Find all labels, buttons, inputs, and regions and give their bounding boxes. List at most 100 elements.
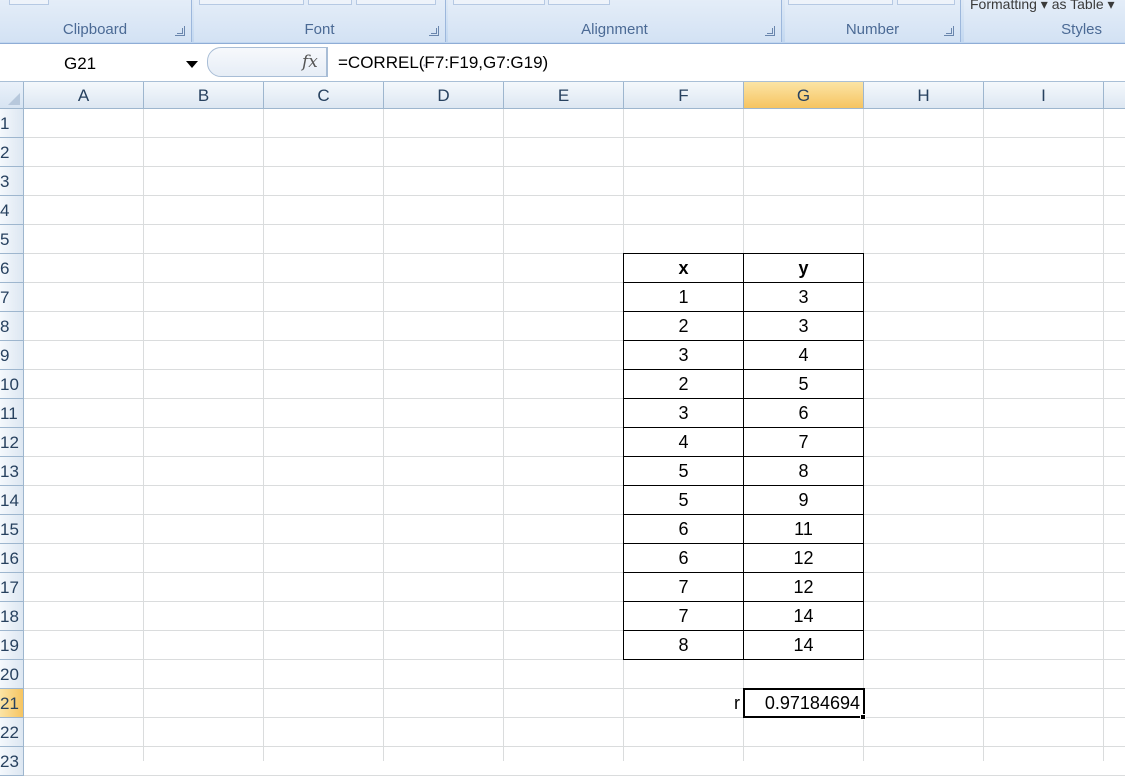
- row-header-8[interactable]: 8: [0, 312, 24, 341]
- table-cell-x[interactable]: 7: [623, 601, 744, 631]
- column-header-c[interactable]: C: [264, 82, 384, 109]
- column-header-i[interactable]: I: [984, 82, 1104, 109]
- column-header-partial[interactable]: [1104, 82, 1125, 109]
- table-cell-x[interactable]: 5: [623, 456, 744, 486]
- row-header-5[interactable]: 5: [0, 225, 24, 254]
- row-header-17[interactable]: 17: [0, 573, 24, 602]
- row-header-18[interactable]: 18: [0, 602, 24, 631]
- indent-buttons-stub[interactable]: [548, 0, 610, 5]
- table-cell-x[interactable]: 5: [623, 485, 744, 515]
- font-color-button-stub[interactable]: [356, 0, 436, 5]
- column-header-f[interactable]: F: [624, 82, 744, 109]
- row-gridline: [24, 543, 1125, 544]
- row-gridline: [24, 514, 1125, 515]
- table-cell-y[interactable]: 4: [743, 340, 864, 370]
- row-header-7[interactable]: 7: [0, 283, 24, 312]
- decimal-buttons-stub[interactable]: [897, 0, 955, 5]
- number-dialog-launcher-icon[interactable]: [944, 26, 954, 36]
- row-gridline: [24, 746, 1125, 747]
- insert-function-icon[interactable]: fx: [302, 52, 318, 72]
- table-cell-x[interactable]: 6: [623, 543, 744, 573]
- row-header-23[interactable]: 23: [0, 747, 24, 776]
- formula-input[interactable]: =CORREL(F7:F19,G7:G19): [338, 53, 548, 73]
- row-gridline: [24, 398, 1125, 399]
- row-header-11[interactable]: 11: [0, 399, 24, 428]
- table-header-x[interactable]: x: [623, 253, 744, 283]
- row-header-19[interactable]: 19: [0, 631, 24, 660]
- row-gridline: [24, 456, 1125, 457]
- row-header-22[interactable]: 22: [0, 718, 24, 747]
- row-header-2[interactable]: 2: [0, 138, 24, 167]
- column-header-e[interactable]: E: [504, 82, 624, 109]
- name-box-dropdown-icon[interactable]: [186, 61, 198, 68]
- correlation-label[interactable]: r: [624, 689, 740, 718]
- correlation-result-cell[interactable]: 0.97184694: [743, 688, 865, 718]
- table-cell-y[interactable]: 12: [743, 543, 864, 573]
- row-header-4[interactable]: 4: [0, 196, 24, 225]
- row-gridline: [24, 659, 1125, 660]
- name-box[interactable]: G21: [0, 48, 202, 76]
- row-header-21[interactable]: 21: [0, 689, 24, 718]
- table-cell-y[interactable]: 12: [743, 572, 864, 602]
- table-cell-y[interactable]: 6: [743, 398, 864, 428]
- table-cell-x[interactable]: 6: [623, 514, 744, 544]
- row-gridline: [24, 311, 1125, 312]
- font-size-box-stub[interactable]: [308, 0, 352, 5]
- table-header-y[interactable]: y: [743, 253, 864, 283]
- format-as-table-button[interactable]: Formatting ▾ as Table ▾: [970, 0, 1115, 13]
- table-cell-y[interactable]: 14: [743, 630, 864, 660]
- table-cell-y[interactable]: 3: [743, 282, 864, 312]
- row-header-10[interactable]: 10: [0, 370, 24, 399]
- font-dialog-launcher-icon[interactable]: [429, 26, 439, 36]
- row-header-6[interactable]: 6: [0, 254, 24, 283]
- row-gridline: [24, 224, 1125, 225]
- table-cell-x[interactable]: 2: [623, 369, 744, 399]
- column-gridline: [143, 109, 144, 761]
- alignment-buttons-stub[interactable]: [453, 0, 545, 5]
- column-header-b[interactable]: B: [144, 82, 264, 109]
- table-cell-y[interactable]: 14: [743, 601, 864, 631]
- row-gridline: [24, 166, 1125, 167]
- table-cell-x[interactable]: 7: [623, 572, 744, 602]
- column-header-a[interactable]: A: [24, 82, 144, 109]
- formula-divider: [327, 47, 328, 77]
- column-header-g[interactable]: G: [744, 82, 864, 109]
- row-header-20[interactable]: 20: [0, 660, 24, 689]
- table-cell-y[interactable]: 9: [743, 485, 864, 515]
- table-cell-y[interactable]: 8: [743, 456, 864, 486]
- number-format-stub[interactable]: [788, 0, 893, 5]
- column-header-h[interactable]: H: [864, 82, 984, 109]
- table-cell-x[interactable]: 8: [623, 630, 744, 660]
- font-group-label: Font: [304, 21, 335, 38]
- table-cell-y[interactable]: 3: [743, 311, 864, 341]
- paste-button-stub[interactable]: [9, 0, 49, 5]
- row-header-9[interactable]: 9: [0, 341, 24, 370]
- select-all-button[interactable]: [0, 82, 24, 109]
- row-header-3[interactable]: 3: [0, 167, 24, 196]
- table-cell-x[interactable]: 3: [623, 398, 744, 428]
- table-cell-y[interactable]: 11: [743, 514, 864, 544]
- clipboard-dialog-launcher-icon[interactable]: [175, 26, 185, 36]
- table-cell-x[interactable]: 2: [623, 311, 744, 341]
- alignment-dialog-launcher-icon[interactable]: [765, 26, 775, 36]
- row-gridline: [24, 717, 1125, 718]
- row-gridline: [24, 630, 1125, 631]
- row-header-14[interactable]: 14: [0, 486, 24, 515]
- font-name-box-stub[interactable]: [199, 0, 304, 5]
- row-header-15[interactable]: 15: [0, 515, 24, 544]
- table-cell-x[interactable]: 3: [623, 340, 744, 370]
- row-gridline: [24, 369, 1125, 370]
- table-cell-x[interactable]: 4: [623, 427, 744, 457]
- row-gridline: [24, 688, 1125, 689]
- row-header-1[interactable]: 1: [0, 109, 24, 138]
- alignment-group-label: Alignment: [581, 21, 648, 38]
- row-header-13[interactable]: 13: [0, 457, 24, 486]
- table-cell-y[interactable]: 7: [743, 427, 864, 457]
- fill-handle[interactable]: [860, 714, 866, 720]
- row-header-12[interactable]: 12: [0, 428, 24, 457]
- worksheet-grid[interactable]: ABCDEFGHI 1 2 3 4 5 6 7 8 9 10 11 12 13 14 15 16 17 18 19 2…: [0, 82, 1125, 776]
- column-header-d[interactable]: D: [384, 82, 504, 109]
- table-cell-y[interactable]: 5: [743, 369, 864, 399]
- row-header-16[interactable]: 16: [0, 544, 24, 573]
- table-cell-x[interactable]: 1: [623, 282, 744, 312]
